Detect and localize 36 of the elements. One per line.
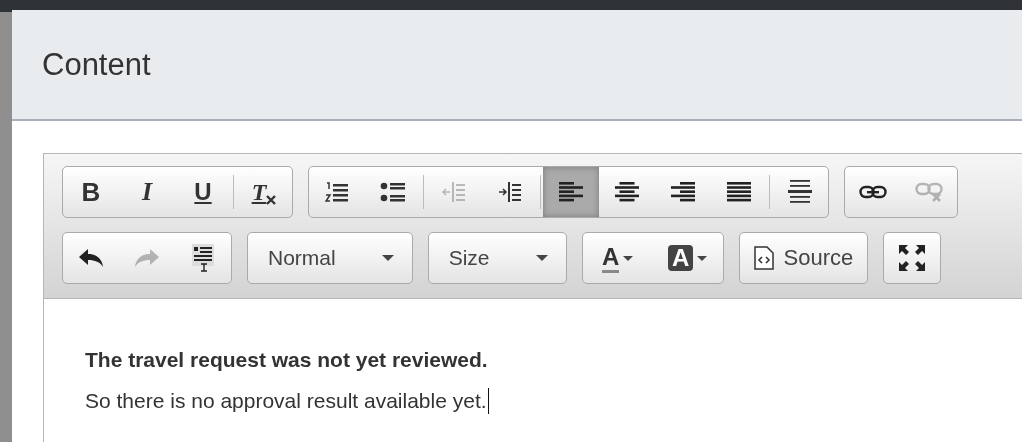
caret-icon	[535, 255, 548, 261]
text-document-icon	[192, 244, 214, 272]
outdent-icon	[442, 181, 466, 203]
paragraph-text: The travel request was not yet reviewed.	[85, 347, 488, 373]
align-center-icon	[615, 181, 639, 203]
background-color-button[interactable]: A	[652, 233, 723, 283]
remove-format-button[interactable]: T	[236, 167, 292, 217]
unlink-icon	[915, 182, 943, 202]
redo-icon	[134, 248, 160, 268]
editor-content-area[interactable]: The travel request was not yet reviewed. So there is no approval result available yet.	[44, 299, 1022, 442]
underline-button[interactable]: U	[175, 167, 231, 217]
link-icon	[859, 185, 887, 199]
caret-icon	[381, 255, 394, 261]
undo-icon	[78, 248, 104, 268]
numbered-list-icon	[325, 181, 349, 203]
source-button[interactable]: Source	[739, 233, 868, 283]
paragraph-text: So there is no approval result available yet.	[85, 388, 487, 414]
dropdown[interactable]: Size	[428, 233, 566, 283]
dropdown[interactable]: Normal	[248, 233, 412, 283]
document-code-icon	[753, 246, 774, 270]
indent-icon	[498, 181, 522, 203]
dialog-title: Content	[42, 46, 151, 83]
text-color-button[interactable]: A	[582, 233, 653, 283]
x-icon	[266, 195, 277, 205]
bulleted-list-icon	[380, 181, 406, 203]
caret-icon	[623, 255, 634, 261]
caret-icon	[697, 255, 708, 261]
align-left-icon	[559, 181, 583, 203]
align-left-button[interactable]	[543, 167, 599, 217]
italic-button[interactable]: I	[119, 167, 175, 217]
text-cursor	[487, 387, 489, 414]
bold-button[interactable]: B	[63, 167, 119, 217]
align-right-icon	[671, 181, 695, 203]
justify-icon	[727, 181, 751, 203]
horizontal-lines-icon	[788, 179, 812, 205]
maximize-icon	[899, 245, 926, 271]
